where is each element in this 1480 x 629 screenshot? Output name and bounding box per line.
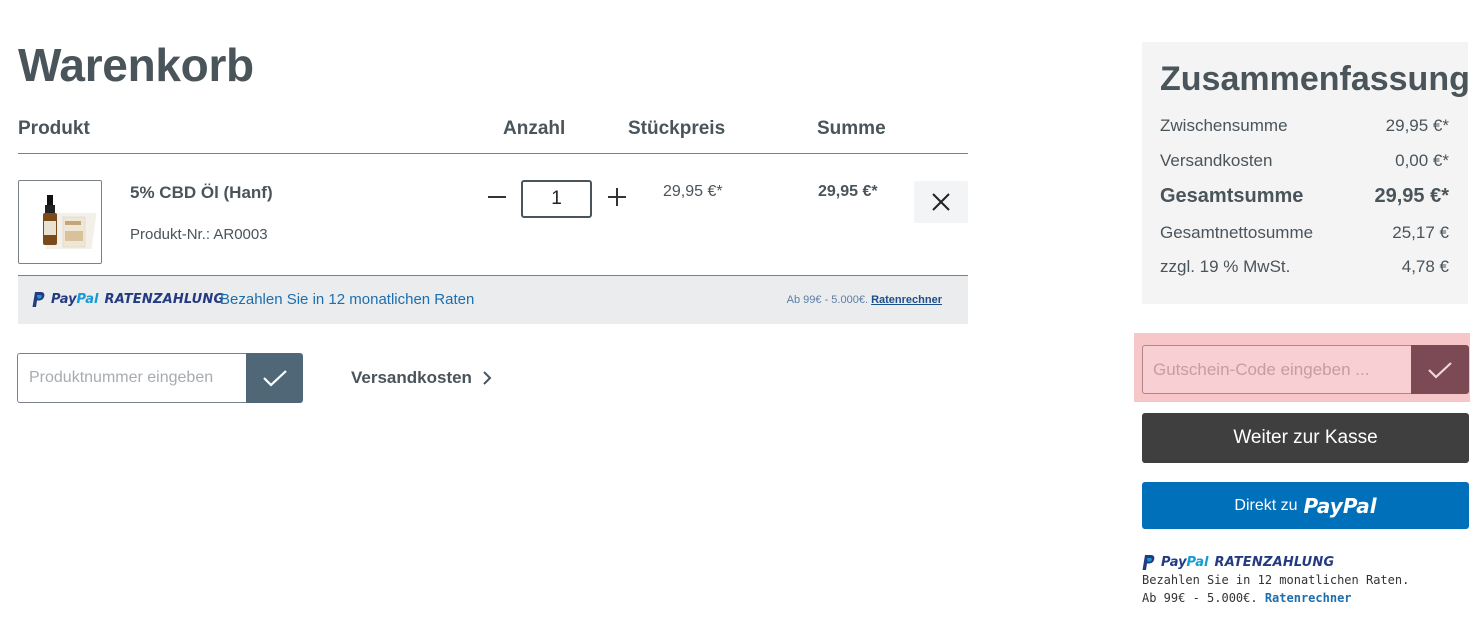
plus-icon <box>608 188 626 206</box>
add-product-button[interactable] <box>246 353 303 403</box>
summary-label: Gesamtsumme <box>1160 185 1304 207</box>
summary-value: 4,78 € <box>1401 257 1449 276</box>
unit-price: 29,95 €* <box>663 183 723 200</box>
column-header-product: Produkt <box>18 118 90 139</box>
summary-label: Versandkosten <box>1160 151 1273 170</box>
installment-calculator-link[interactable]: Ratenrechner <box>871 294 942 306</box>
paypal-installment-banner: PayPal RATENZAHLUNG Bezahlen Sie in 12 m… <box>18 276 968 324</box>
product-number: Produkt-Nr.: AR0003 <box>130 226 268 243</box>
checkmark-icon <box>1428 361 1452 379</box>
column-header-total: Summe <box>817 118 886 139</box>
summary-label: zzgl. 19 % MwSt. <box>1160 257 1291 276</box>
product-thumbnail[interactable] <box>18 180 102 264</box>
close-icon <box>932 193 950 211</box>
summary-label: Gesamtnettosumme <box>1160 223 1314 242</box>
minus-icon <box>488 196 506 198</box>
paypal-p-icon <box>1142 555 1155 570</box>
summary-label: Zwischensumme <box>1160 116 1288 135</box>
summary-row-shipping: Versandkosten 0,00 €* <box>1160 151 1449 171</box>
quantity-increase-button[interactable] <box>603 182 631 212</box>
summary-title: Zusammenfassung <box>1160 60 1470 98</box>
paypal-ratenzahlung-logo: PayPal RATENZAHLUNG <box>1142 555 1334 570</box>
installment-range: Ab 99€ - 5.000€. Ratenrechner <box>786 294 942 306</box>
summary-value: 29,95 €* <box>1374 185 1449 207</box>
paypal-express-label: Direkt zu <box>1234 496 1298 514</box>
paypal-express-button[interactable]: Direkt zu PayPal <box>1142 482 1469 529</box>
paypal-ratenzahlung-logo: PayPal RATENZAHLUNG <box>32 292 224 307</box>
installment-text: Bezahlen Sie in 12 monatlichen Raten. <box>1142 573 1410 587</box>
product-number-input[interactable] <box>17 353 247 403</box>
paypal-logo-text: PayPal <box>1303 493 1377 518</box>
proceed-to-checkout-button[interactable]: Weiter zur Kasse <box>1142 413 1469 463</box>
apply-voucher-button[interactable] <box>1411 345 1469 394</box>
paypal-p-icon <box>32 292 45 307</box>
quantity-decrease-button[interactable] <box>483 182 511 212</box>
checkmark-icon <box>262 370 287 387</box>
voucher-code-input[interactable] <box>1142 345 1413 394</box>
summary-row-net-total: Gesamtnettosumme 25,17 € <box>1160 223 1449 243</box>
summary-value: 29,95 €* <box>1385 116 1449 135</box>
divider <box>18 153 968 154</box>
remove-item-button[interactable] <box>914 181 968 223</box>
page-title: Warenkorb <box>18 39 254 91</box>
product-name-link[interactable]: 5% CBD Öl (Hanf) <box>130 183 273 203</box>
installment-text: Bezahlen Sie in 12 monatlichen Raten <box>220 291 475 308</box>
summary-row-vat: zzgl. 19 % MwSt. 4,78 € <box>1160 257 1449 277</box>
installment-range: Ab 99€ - 5.000€. Ratenrechner <box>1142 591 1352 605</box>
shipping-costs-link[interactable]: Versandkosten <box>351 368 492 388</box>
shipping-costs-label: Versandkosten <box>351 368 472 387</box>
chevron-right-icon <box>483 371 492 385</box>
summary-value: 25,17 € <box>1392 223 1449 242</box>
summary-value: 0,00 €* <box>1395 151 1449 170</box>
column-header-quantity: Anzahl <box>503 118 566 139</box>
summary-row-grand-total: Gesamtsumme 29,95 €* <box>1160 185 1449 208</box>
cbd-oil-bottle-image <box>43 195 97 249</box>
quantity-input[interactable] <box>521 180 592 218</box>
summary-row-subtotal: Zwischensumme 29,95 €* <box>1160 116 1449 136</box>
line-total: 29,95 €* <box>818 183 878 200</box>
column-header-unit-price: Stückpreis <box>628 118 726 139</box>
installment-calculator-link[interactable]: Ratenrechner <box>1265 591 1352 605</box>
